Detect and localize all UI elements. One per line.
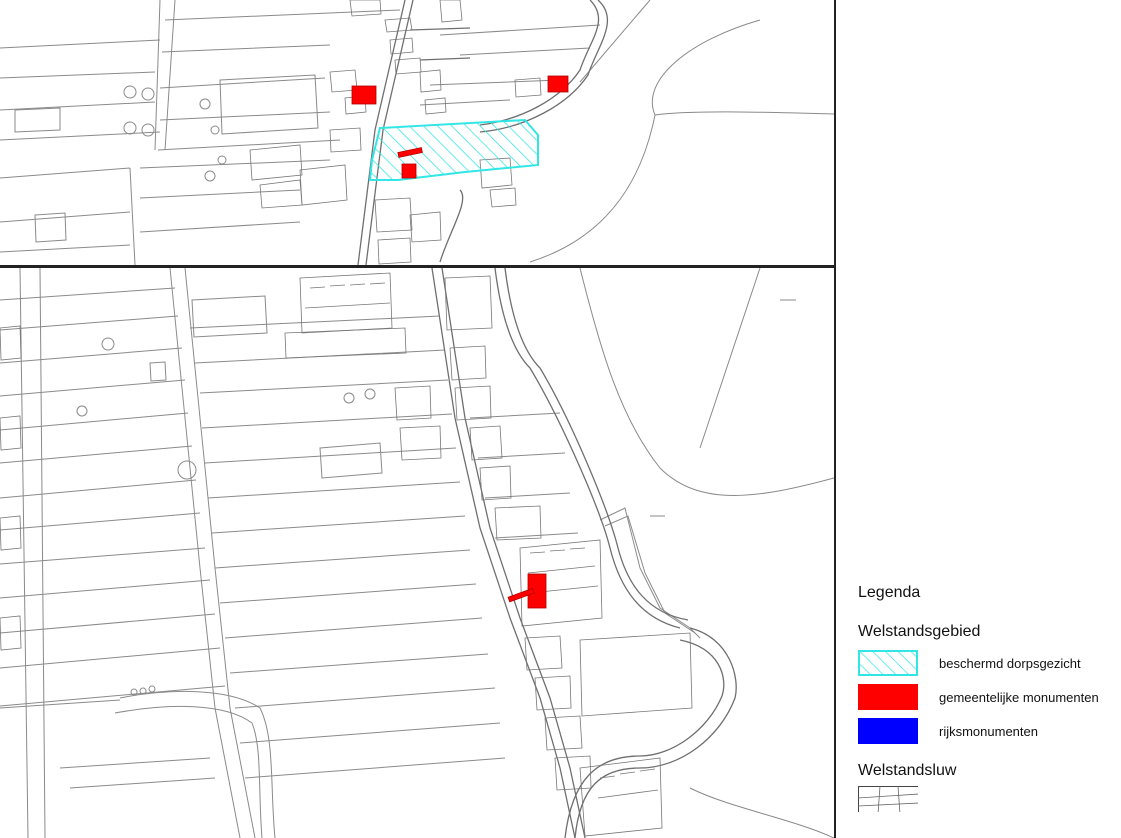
map-south-drawing bbox=[0, 268, 834, 838]
legend-label-national-monuments: rijksmonumenten bbox=[939, 724, 1038, 739]
legend-title: Legenda bbox=[858, 584, 921, 601]
monument-marker[interactable] bbox=[547, 75, 569, 93]
blue-swatch bbox=[858, 718, 918, 744]
legend-label-municipal-monuments: gemeentelijke monumenten bbox=[939, 690, 1099, 705]
monument-marker[interactable] bbox=[351, 85, 377, 105]
monument-marker[interactable] bbox=[401, 163, 417, 179]
legend-item-municipal-monuments: gemeentelijke monumenten bbox=[858, 684, 1118, 712]
legend-item-national-monuments: rijksmonumenten bbox=[858, 718, 1118, 746]
red-swatch bbox=[858, 684, 918, 710]
legend-label-protected-village: beschermd dorpsgezicht bbox=[939, 656, 1081, 671]
map-panel-north[interactable] bbox=[0, 0, 834, 265]
map-legend-divider bbox=[834, 0, 836, 838]
legend-section-welstandsluw: Welstandsluw bbox=[858, 762, 957, 779]
legend-item-protected-village: beschermd dorpsgezicht bbox=[858, 650, 1118, 678]
protected-area-polygon[interactable] bbox=[368, 118, 539, 181]
legend-item-welstandsluw bbox=[858, 786, 1118, 814]
map-north-drawing bbox=[0, 0, 834, 265]
map-panel-south[interactable] bbox=[0, 268, 834, 838]
legend-section-welstandsgebied: Welstandsgebied bbox=[858, 623, 981, 640]
parcel-lines-swatch bbox=[858, 786, 918, 812]
map-area[interactable] bbox=[0, 0, 836, 838]
hatched-cyan-swatch bbox=[858, 650, 918, 676]
